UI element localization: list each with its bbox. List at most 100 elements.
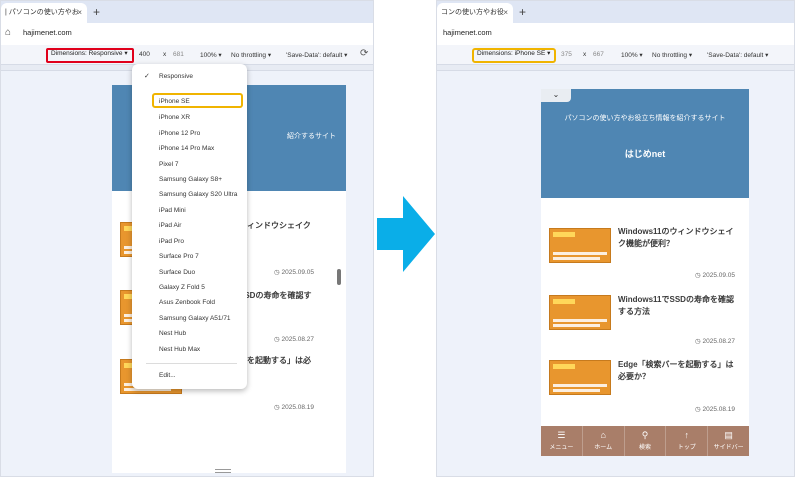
nav-label: サイドバー (713, 445, 744, 451)
times-sign: x (583, 51, 587, 58)
site-header: ⌄ パソコンの使い方やお役立ち情報を紹介するサイト はじめnet (541, 89, 749, 198)
home-icon: ⌂ (600, 430, 606, 440)
bottom-nav-bar: ☰ メニュー ⌂ ホーム ⚲ 検索 ↑ トップ ▤ サイドバー (541, 426, 749, 456)
resize-handle[interactable] (215, 469, 231, 473)
check-icon: ✓ (144, 73, 150, 80)
nav-top-button[interactable]: ↑ トップ (666, 426, 709, 456)
width-input[interactable]: 400 (139, 51, 150, 58)
height-input[interactable]: 681 (173, 51, 184, 58)
device-option[interactable]: iPad Pro (159, 238, 184, 245)
device-dropdown-menu: ✓ Responsive iPhone SE iPhone XR iPhone … (132, 64, 247, 389)
tab-title: コンの使い方やお役 (441, 9, 504, 16)
nav-sidebar-button[interactable]: ▤ サイドバー (708, 426, 749, 456)
red-highlight-box (46, 48, 134, 63)
article-title[interactable]: ウィンドウシェイク (239, 220, 311, 232)
device-option[interactable]: Responsive (159, 73, 193, 80)
device-option[interactable]: iPhone XR (159, 114, 190, 121)
throttling-dropdown[interactable]: No throttling ▾ (652, 51, 692, 59)
site-logo[interactable]: はじめnet (541, 147, 749, 160)
sidebar-icon: ▤ (724, 430, 733, 440)
device-option[interactable]: Samsung Galaxy A51/71 (159, 315, 231, 322)
nav-label: 検索 (638, 445, 651, 451)
article-title-line: する方法 (618, 307, 650, 316)
tab-strip: | パソコンの使い方やお × + (1, 1, 373, 23)
nav-menu-button[interactable]: ☰ メニュー (541, 426, 583, 456)
article-title[interactable]: Windows11でSSDの寿命を確認 する方法 (618, 294, 746, 318)
url-text: hajimenet.com (23, 28, 72, 37)
article-title[interactable]: ーを起動する」は必 (239, 355, 311, 367)
nav-label: トップ (677, 445, 696, 451)
device-option[interactable]: Nest Hub (159, 330, 186, 337)
tab-close-icon[interactable]: × (503, 3, 508, 23)
device-option[interactable]: Samsung Galaxy S8+ (159, 176, 222, 183)
height-input[interactable]: 667 (593, 51, 604, 58)
right-arrow-icon (377, 196, 435, 272)
browser-tab[interactable]: コンの使い方やお役 × (437, 3, 513, 23)
article-title[interactable]: SSDの寿命を確認す (239, 290, 311, 302)
left-browser-window: | パソコンの使い方やお × + ⌂ hajimenet.com Dimensi… (0, 0, 374, 477)
device-option[interactable]: iPhone 12 Pro (159, 130, 200, 137)
menu-icon: ☰ (557, 430, 566, 440)
device-option[interactable]: Pixel 7 (159, 161, 179, 168)
ruler (437, 65, 794, 71)
new-tab-button[interactable]: + (93, 4, 100, 20)
article-thumbnail[interactable] (549, 295, 611, 330)
article-title[interactable]: Edge「検索バーを起動する」は 必要か？ (618, 359, 746, 383)
yellow-highlight-box (152, 93, 243, 108)
url-text: hajimenet.com (443, 28, 492, 37)
nav-search-button[interactable]: ⚲ 検索 (625, 426, 667, 456)
menu-divider (146, 363, 237, 364)
article-date: ◷ 2025.09.05 (274, 269, 315, 276)
article-date: ◷ 2025.08.19 (695, 406, 736, 413)
times-sign: x (163, 51, 167, 58)
device-option[interactable]: Surface Duo (159, 269, 195, 276)
width-input[interactable]: 375 (561, 51, 572, 58)
site-tagline: パソコンの使い方やお役立ち情報を紹介するサイト (564, 115, 726, 122)
tab-title: | パソコンの使い方やお (5, 9, 79, 16)
device-option[interactable]: iPhone 14 Pro Max (159, 145, 214, 152)
nav-home-button[interactable]: ⌂ ホーム (583, 426, 625, 456)
article-title-line: Windows11のウィンドウシェイ (618, 227, 734, 236)
nav-label: ホーム (594, 445, 613, 451)
article-date: ◷ 2025.08.27 (274, 336, 315, 343)
arrow-up-icon: ↑ (684, 430, 690, 440)
article-title-line: ク機能が便利？ (618, 239, 674, 248)
address-bar[interactable]: ⌂ hajimenet.com (1, 23, 373, 45)
chevron-down-icon[interactable]: ⌄ (541, 89, 571, 102)
tab-close-icon[interactable]: × (77, 3, 82, 23)
device-option[interactable]: Samsung Galaxy S20 Ultra (159, 191, 237, 198)
tab-strip: コンの使い方やお役 × + (437, 1, 794, 23)
rotate-icon[interactable]: ⟳ (360, 48, 368, 59)
device-option[interactable]: iPad Mini (159, 207, 186, 214)
article-thumbnail[interactable] (549, 228, 611, 263)
device-option[interactable]: Asus Zenbook Fold (159, 299, 215, 306)
browser-tab[interactable]: | パソコンの使い方やお × (1, 3, 87, 23)
edit-devices-option[interactable]: Edit... (159, 372, 176, 379)
nav-label: メニュー (549, 445, 574, 451)
address-bar[interactable]: hajimenet.com (437, 23, 794, 45)
home-icon[interactable]: ⌂ (5, 27, 11, 38)
search-icon: ⚲ (641, 430, 649, 440)
article-title[interactable]: Windows11のウィンドウシェイ ク機能が便利？ (618, 226, 746, 250)
article-title-line: Edge「検索バーを起動する」は (618, 360, 734, 369)
zoom-dropdown[interactable]: 100% ▾ (621, 51, 643, 59)
yellow-highlight-box (472, 48, 556, 63)
article-date: ◷ 2025.08.19 (274, 404, 315, 411)
right-browser-window: コンの使い方やお役 × + hajimenet.com Dimensions: … (436, 0, 795, 477)
scrollbar-thumb[interactable] (337, 269, 341, 285)
device-option[interactable]: iPad Air (159, 222, 181, 229)
device-option[interactable]: Surface Pro 7 (159, 253, 199, 260)
article-thumbnail[interactable] (549, 360, 611, 395)
page-viewport: ⌄ パソコンの使い方やお役立ち情報を紹介するサイト はじめnet Windows… (541, 89, 749, 456)
throttling-dropdown[interactable]: No throttling ▾ (231, 51, 271, 59)
article-date: ◷ 2025.09.05 (695, 272, 736, 279)
save-data-dropdown[interactable]: 'Save-Data': default ▾ (286, 51, 347, 59)
device-option[interactable]: Nest Hub Max (159, 346, 200, 353)
article-title-line: Windows11でSSDの寿命を確認 (618, 295, 734, 304)
new-tab-button[interactable]: + (519, 4, 526, 20)
save-data-dropdown[interactable]: 'Save-Data': default ▾ (707, 51, 768, 59)
article-date: ◷ 2025.08.27 (695, 338, 736, 345)
zoom-dropdown[interactable]: 100% ▾ (200, 51, 222, 59)
device-option[interactable]: Galaxy Z Fold 5 (159, 284, 205, 291)
article-title-line: 必要か？ (618, 372, 650, 381)
